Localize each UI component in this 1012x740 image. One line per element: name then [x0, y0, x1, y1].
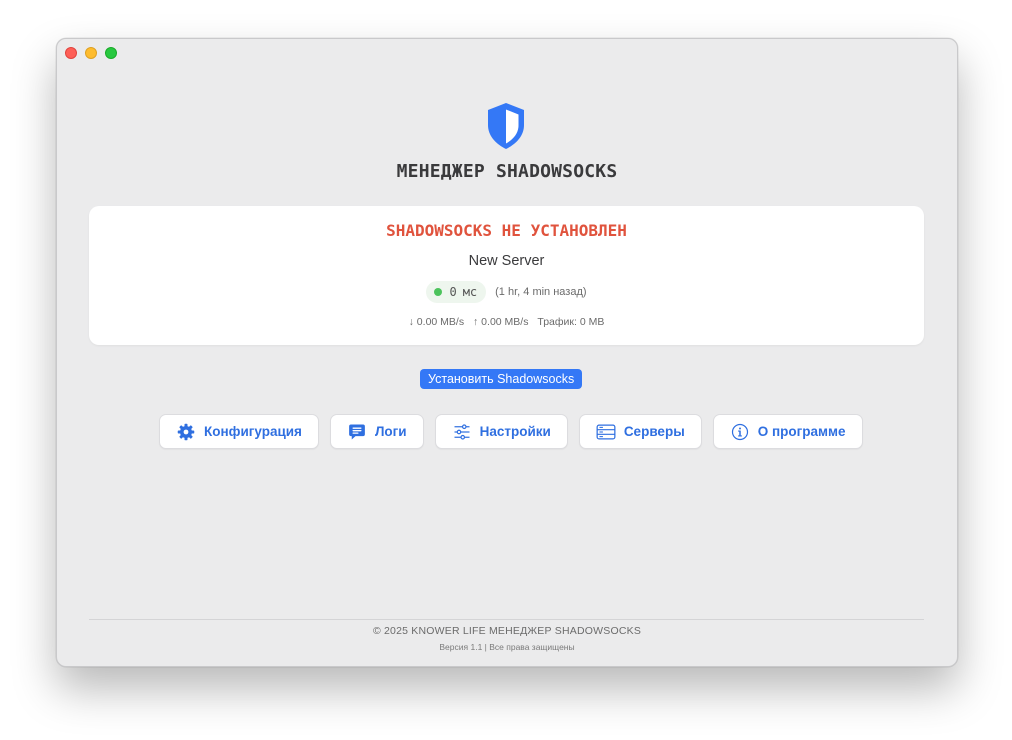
ping-value: 0 — [449, 285, 457, 299]
app-title: МЕНЕДЖЕР SHADOWSOCKS — [396, 161, 618, 182]
shield-half-icon — [485, 101, 527, 151]
servers-button-label: Серверы — [623, 424, 685, 439]
footer-version: Версия 1.1 | Все права защищены — [439, 642, 575, 652]
ping-time-ago: (1 hr, 4 min назад) — [495, 286, 587, 298]
window-minimize-button[interactable] — [85, 47, 97, 59]
install-status-title: SHADOWSOCKS НЕ УСТАНОВЛЕН — [386, 221, 627, 240]
traffic-total: Трафик: 0 MB — [537, 316, 605, 328]
servers-button[interactable]: Серверы — [578, 414, 702, 449]
download-speed: ↓ 0.00 MB/s — [408, 316, 465, 328]
ping-unit: мс — [462, 285, 478, 299]
ping-row: 0 мс (1 hr, 4 min назад) — [89, 280, 924, 304]
info-circle-icon — [730, 422, 750, 442]
settings-button-label: Настройки — [479, 424, 551, 439]
gear-icon — [176, 422, 196, 442]
footer-copyright: © 2025 KNOWER LIFE МЕНЕДЖЕР SHADOWSOCKS — [372, 625, 642, 637]
settings-button[interactable]: Настройки — [434, 414, 568, 449]
sliders-icon — [452, 422, 472, 442]
install-shadowsocks-button[interactable]: Установить Shadowsocks — [420, 369, 583, 389]
ping-badge: 0 мс — [426, 281, 487, 303]
nav-button-row: Конфигурация Логи Настройки Серверы О пр… — [159, 414, 874, 449]
config-button-label: Конфигурация — [204, 424, 302, 439]
footer-divider — [89, 619, 924, 620]
window-close-button[interactable] — [65, 47, 77, 59]
logs-button[interactable]: Логи — [329, 414, 424, 449]
server-name: New Server — [468, 253, 545, 269]
upload-speed: ↑ 0.00 MB/s — [473, 316, 529, 328]
ping-status-dot-icon — [434, 288, 443, 296]
server-rack-icon — [596, 422, 616, 442]
status-card: SHADOWSOCKS НЕ УСТАНОВЛЕН New Server 0 м… — [89, 206, 924, 345]
logs-button-label: Логи — [374, 424, 407, 439]
traffic-stats: ↓ 0.00 MB/s ↑ 0.00 MB/s Трафик: 0 MB — [89, 316, 924, 328]
chat-bubble-icon — [347, 422, 367, 442]
about-button[interactable]: О программе — [712, 414, 863, 449]
about-button-label: О программе — [757, 424, 846, 439]
config-button[interactable]: Конфигурация — [159, 414, 319, 449]
window-zoom-button[interactable] — [105, 47, 117, 59]
app-window: МЕНЕДЖЕР SHADOWSOCKS SHADOWSOCKS НЕ УСТА… — [56, 38, 958, 667]
